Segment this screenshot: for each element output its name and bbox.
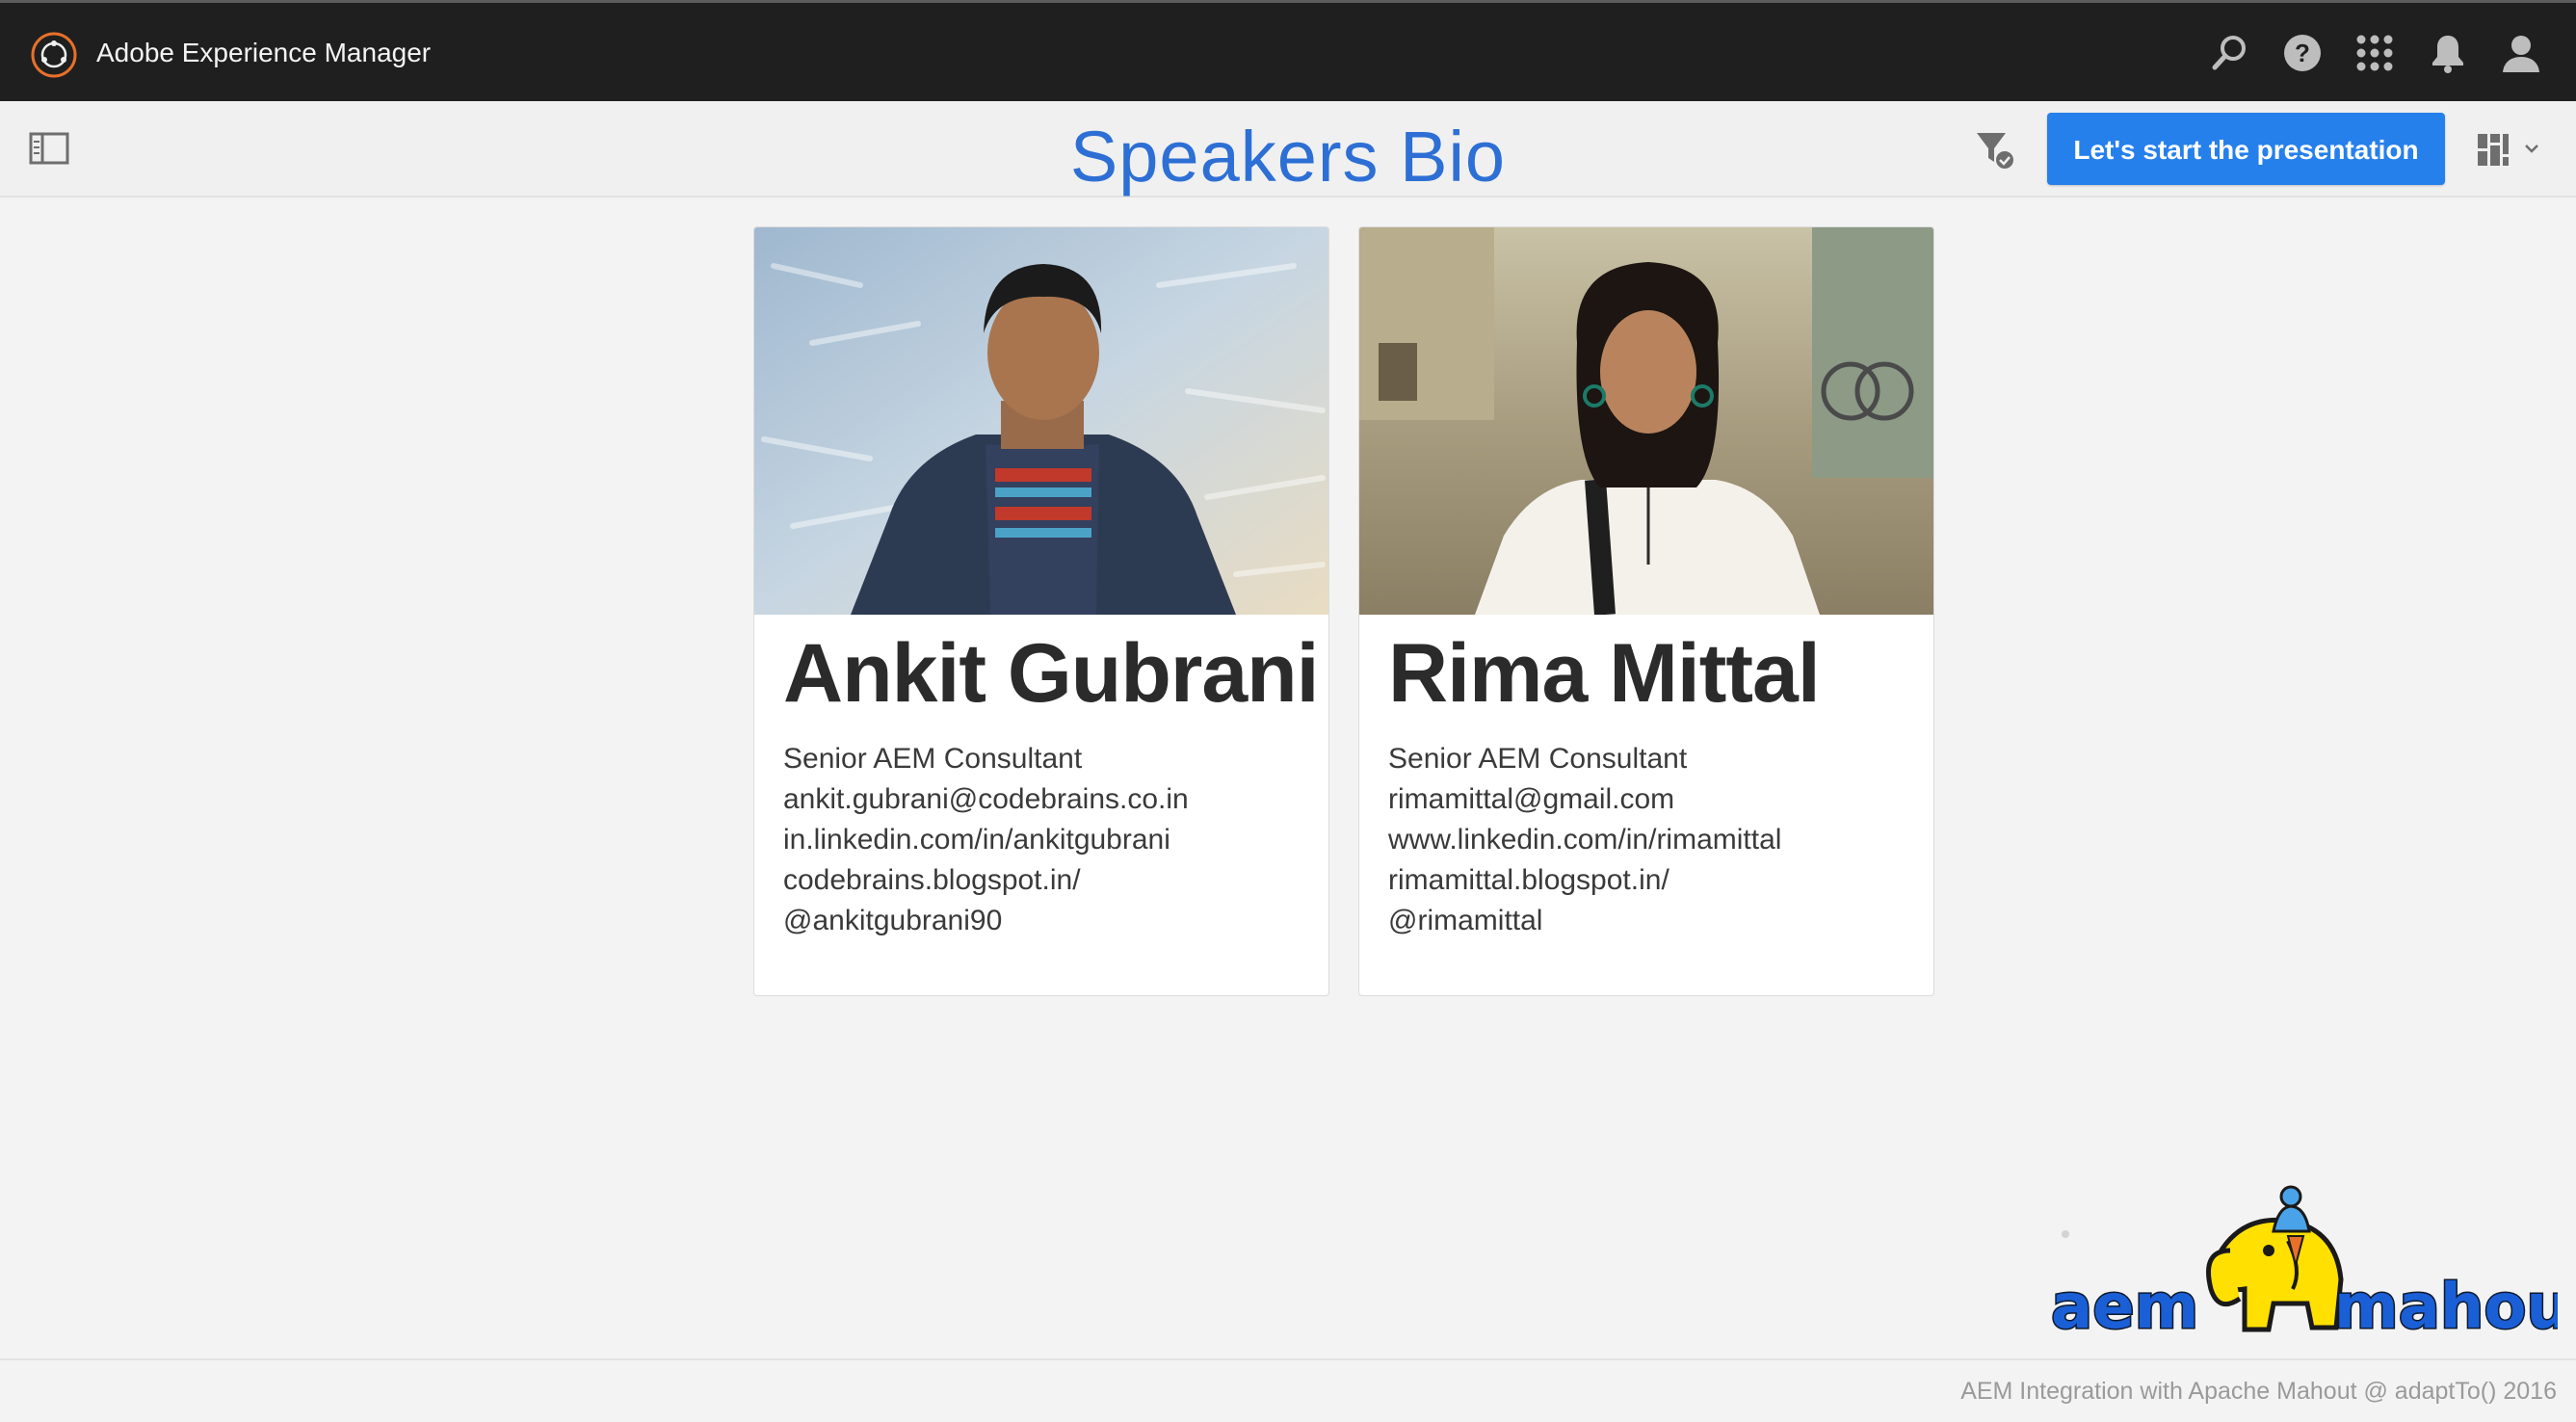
speaker-email: rimamittal@gmail.com — [1388, 783, 1675, 815]
help-icon[interactable]: ? — [2281, 32, 2324, 74]
speaker-card-ankit[interactable]: Ankit Gubrani Senior AEM Consultant anki… — [753, 226, 1329, 996]
chevron-down-icon — [2525, 145, 2538, 153]
view-switcher[interactable] — [2476, 128, 2543, 171]
aem-mahout-logo: aem mahout — [2047, 1183, 2576, 1345]
filter-check-icon[interactable] — [1973, 128, 2015, 171]
aem-logo-icon[interactable] — [29, 30, 79, 80]
speaker-photo — [754, 227, 1328, 615]
speaker-twitter: @ankitgubrani90 — [783, 905, 1003, 936]
shell-header: Adobe Experience Manager ? — [0, 0, 2576, 101]
apps-grid-icon[interactable] — [2353, 32, 2396, 74]
speaker-photo — [1359, 227, 1933, 615]
speaker-blog: codebrains.blogspot.in/ — [783, 864, 1081, 896]
action-bar: Speakers Bio Let's start the presentatio… — [0, 101, 2576, 198]
speaker-blog: rimamittal.blogspot.in/ — [1388, 864, 1669, 896]
user-icon[interactable] — [2500, 32, 2542, 74]
footer: AEM Integration with Apache Mahout @ ada… — [0, 1358, 2576, 1422]
speaker-linkedin: in.linkedin.com/in/ankitgubrani — [783, 824, 1170, 856]
card-view-icon — [2478, 134, 2509, 166]
app-title[interactable]: Adobe Experience Manager — [96, 36, 431, 70]
start-presentation-button[interactable]: Let's start the presentation — [2047, 113, 2445, 185]
speaker-name: Rima Mittal — [1388, 627, 1821, 720]
footer-text: AEM Integration with Apache Mahout @ ada… — [1960, 1378, 2557, 1405]
speaker-card-rima[interactable]: Rima Mittal Senior AEM Consultant rimami… — [1358, 226, 1934, 996]
speaker-linkedin: www.linkedin.com/in/rimamittal — [1388, 824, 1782, 856]
svg-text:?: ? — [2295, 39, 2310, 67]
speaker-twitter: @rimamittal — [1388, 905, 1543, 936]
speaker-role: Senior AEM Consultant — [1388, 743, 1688, 775]
logo-left-word: aem — [2051, 1272, 2198, 1343]
logo-right-word: mahout — [2334, 1272, 2558, 1343]
search-icon[interactable] — [2209, 32, 2251, 74]
speaker-email: ankit.gubrani@codebrains.co.in — [783, 783, 1189, 815]
speaker-role: Senior AEM Consultant — [783, 743, 1083, 775]
speaker-name: Ankit Gubrani — [783, 627, 1320, 720]
bell-icon[interactable] — [2427, 32, 2469, 74]
